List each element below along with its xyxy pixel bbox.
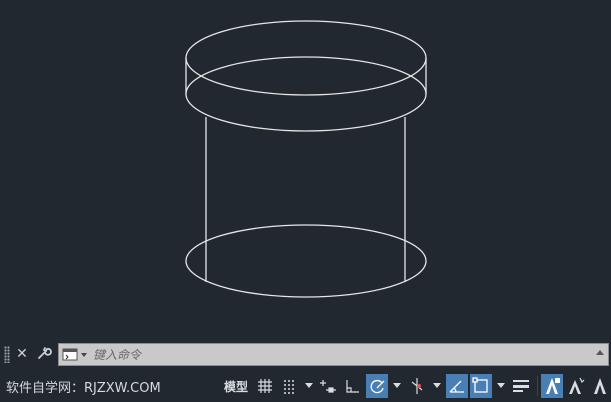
cap-top-ellipse — [185, 20, 427, 96]
isometric-icon[interactable] — [406, 374, 428, 398]
snap-dropdown-icon[interactable] — [302, 374, 316, 398]
command-history-up-icon[interactable] — [596, 350, 604, 355]
annotation-icon[interactable] — [541, 374, 563, 398]
command-prompt-icon[interactable] — [62, 347, 88, 363]
wrench-icon[interactable] — [35, 345, 53, 363]
drag-grip[interactable] — [4, 346, 10, 363]
object-snap-tracking-icon[interactable] — [446, 374, 468, 398]
base-ellipse — [185, 224, 427, 298]
ortho-icon[interactable] — [342, 374, 364, 398]
command-input[interactable] — [93, 345, 583, 364]
watermark-text: 软件自学网：RJZXW.COM — [6, 381, 161, 396]
cap-bottom-ellipse — [185, 56, 427, 132]
snap-icon[interactable] — [278, 374, 300, 398]
grid-icon[interactable] — [254, 374, 276, 398]
isometric-dropdown-icon[interactable] — [430, 374, 444, 398]
object-snap-icon[interactable] — [470, 374, 492, 398]
annotation-visibility-icon[interactable] — [565, 374, 587, 398]
command-input-box[interactable] — [58, 343, 609, 366]
lineweight-icon[interactable] — [510, 374, 532, 398]
object-snap-dropdown-icon[interactable] — [494, 374, 508, 398]
polar-tracking-icon[interactable] — [366, 374, 388, 398]
infer-constraints-icon[interactable] — [318, 374, 340, 398]
drawing-viewport[interactable] — [0, 0, 611, 340]
model-space-button[interactable]: 模型 — [220, 374, 252, 398]
status-tools: 模型 — [220, 373, 611, 399]
command-line-bar: ✕ — [0, 341, 611, 368]
close-icon[interactable]: ✕ — [13, 345, 31, 363]
polar-dropdown-icon[interactable] — [390, 374, 404, 398]
drawing-canvas — [185, 20, 427, 298]
status-separator — [537, 376, 538, 396]
auto-scale-icon[interactable] — [589, 374, 611, 398]
status-bar: 软件自学网：RJZXW.COM 模型 — [0, 370, 611, 402]
